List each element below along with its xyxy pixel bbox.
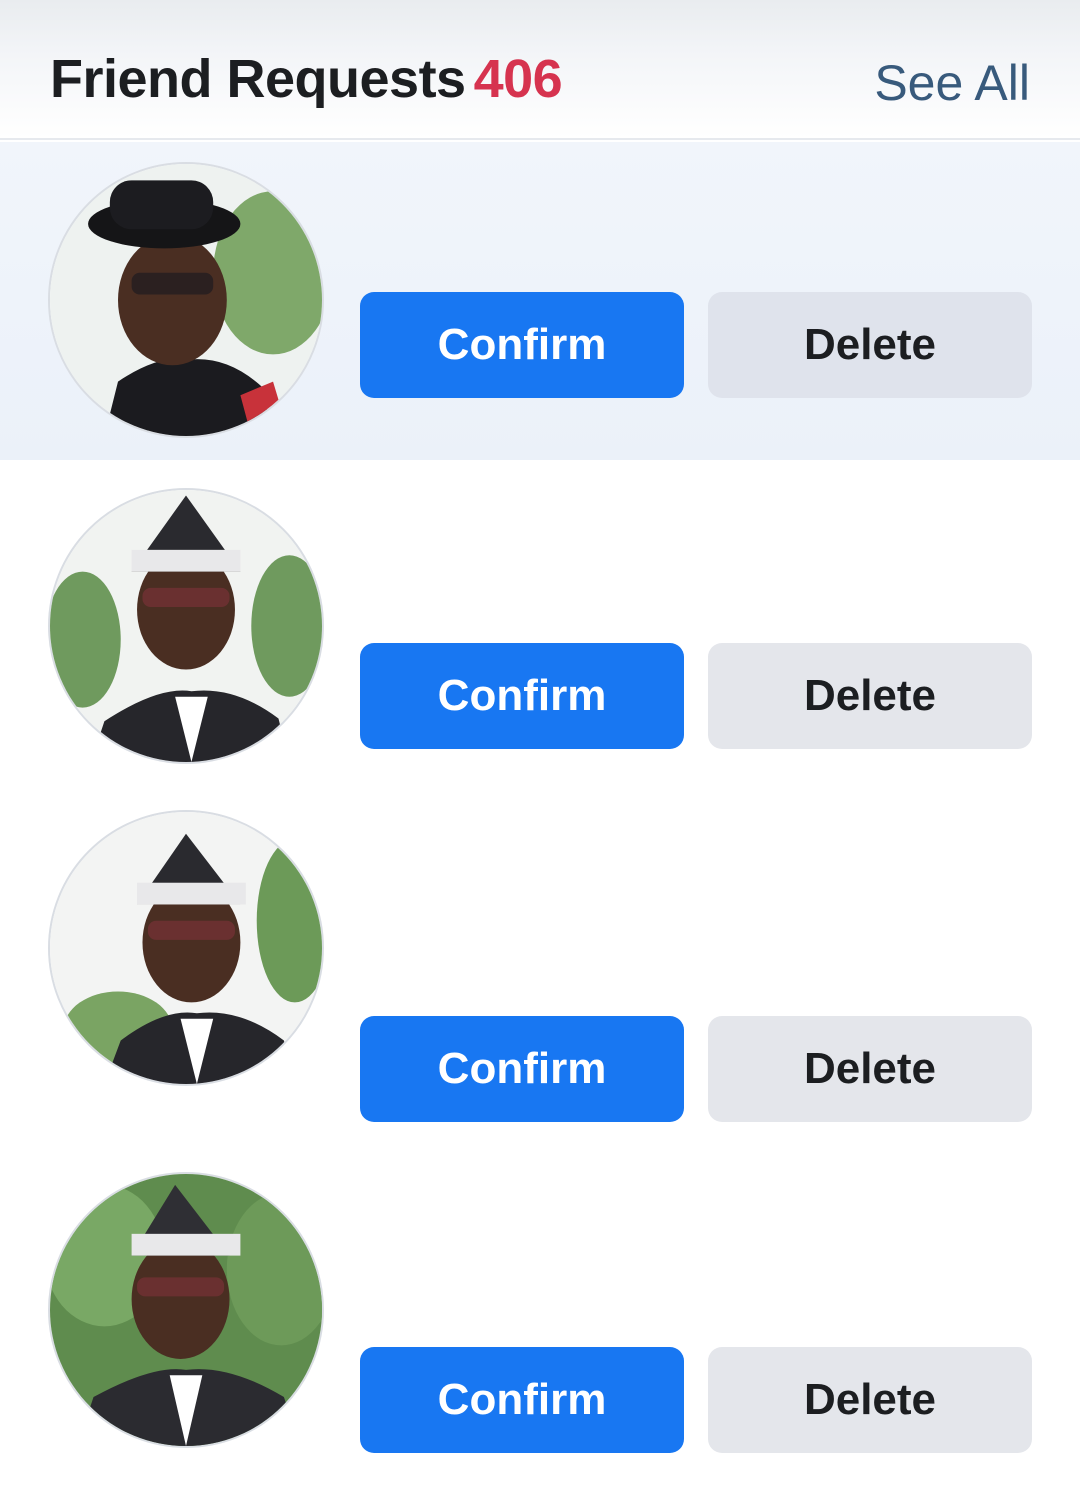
see-all-link[interactable]: See All [874,54,1030,112]
delete-button[interactable]: Delete [708,1347,1032,1453]
profile-photo-icon [50,1174,322,1446]
avatar[interactable] [48,488,324,764]
delete-button[interactable]: Delete [708,292,1032,398]
friend-request-item: Confirm Delete [0,142,1080,460]
requester-name-redacted [355,182,1045,252]
avatar[interactable] [48,1172,324,1448]
profile-photo-icon [50,164,322,436]
confirm-button[interactable]: Confirm [360,643,684,749]
confirm-button[interactable]: Confirm [360,1347,684,1453]
friend-request-item: Confirm Delete [0,470,1080,800]
title-text: Friend Requests [50,49,466,109]
confirm-button[interactable]: Confirm [360,1016,684,1122]
request-count: 406 [473,49,563,109]
friend-requests-header: Friend Requests 406 See All [0,0,1080,140]
section-title: Friend Requests 406 [50,48,563,110]
avatar[interactable] [48,810,324,1086]
confirm-button[interactable]: Confirm [360,292,684,398]
friend-request-item: Confirm Delete [0,1160,1080,1490]
profile-photo-icon [50,812,322,1084]
avatar[interactable] [48,162,324,438]
friend-request-item: Confirm Delete [0,800,1080,1130]
delete-button[interactable]: Delete [708,1016,1032,1122]
delete-button[interactable]: Delete [708,643,1032,749]
profile-photo-icon [50,490,322,762]
